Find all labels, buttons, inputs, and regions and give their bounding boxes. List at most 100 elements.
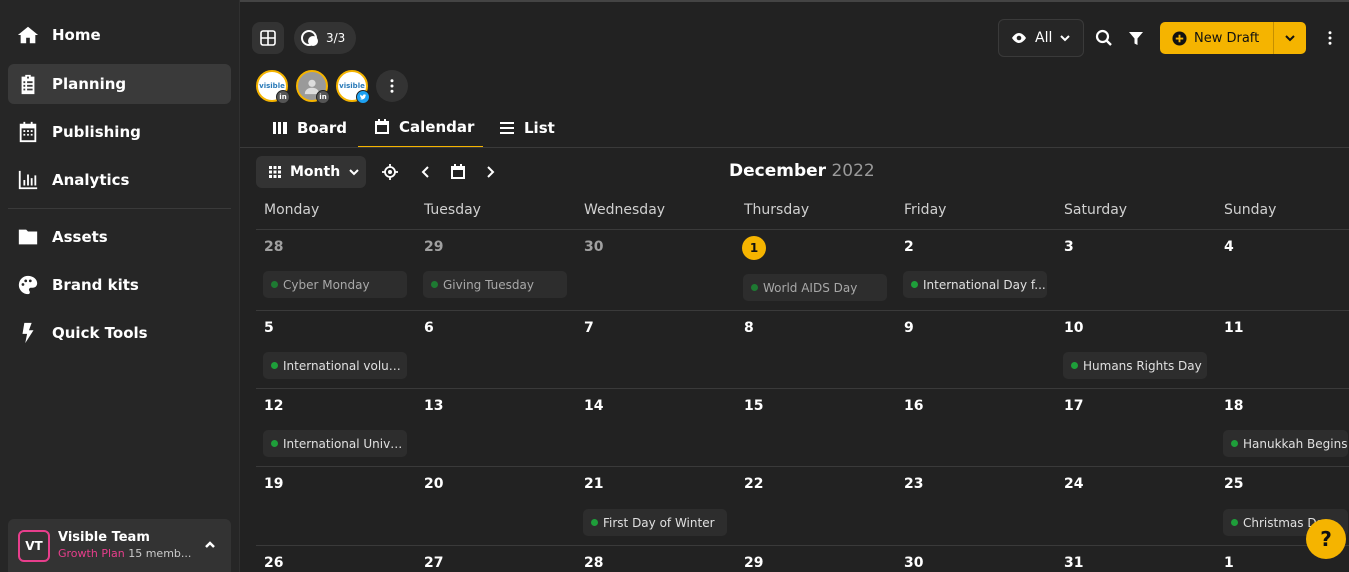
help-button[interactable]: ? [1306,519,1346,559]
day-number[interactable]: 17 [1064,398,1083,414]
day-number[interactable]: 30 [904,555,923,571]
calendar-event[interactable]: Humans Rights Day [1063,352,1207,379]
day-number[interactable]: 29 [744,555,763,571]
filter-button[interactable] [1126,28,1146,48]
day-number[interactable]: 10 [1064,320,1083,336]
today-button[interactable] [380,162,400,182]
visibility-filter-select[interactable]: All [998,19,1084,57]
sidebar-item-brand-kits[interactable]: Brand kits [8,265,231,305]
calendar-event[interactable]: Hanukkah Begins [1223,430,1348,457]
day-number[interactable]: 21 [584,476,603,492]
search-button[interactable] [1094,28,1114,48]
sidebar-item-label: Brand kits [52,276,139,294]
weekday-header: Sunday [1224,202,1277,218]
layout-toggle-button[interactable] [252,22,284,54]
grid-dots-icon [269,166,281,178]
chevron-left-icon [421,166,429,178]
day-number[interactable]: 23 [904,476,923,492]
sidebar-item-assets[interactable]: Assets [8,217,231,257]
twitter-icon [356,90,370,104]
calendar-event[interactable]: World AIDS Day [743,274,887,301]
day-number[interactable]: 18 [1224,398,1243,414]
calendar-event[interactable]: Giving Tuesday [423,271,567,298]
day-number[interactable]: 1 [1224,555,1234,571]
new-draft-main[interactable]: New Draft [1160,22,1274,54]
day-number[interactable]: 29 [424,239,443,255]
day-number[interactable]: 19 [264,476,283,492]
event-status-dot [591,519,598,526]
weekday-header: Friday [904,202,947,218]
sidebar-item-planning[interactable]: Planning [8,64,231,104]
day-number[interactable]: 30 [584,239,603,255]
day-number[interactable]: 14 [584,398,603,414]
team-avatar: VT [18,530,50,562]
day-number[interactable]: 27 [424,555,443,571]
calendar-event[interactable]: International Day f... [903,271,1047,298]
day-number[interactable]: 20 [424,476,443,492]
tab-board[interactable]: Board [272,108,347,148]
week-divider [256,310,1349,311]
tab-label: Board [297,119,347,137]
more-profiles-button[interactable] [376,70,408,102]
sidebar-item-home[interactable]: Home [8,15,231,55]
chevron-down-icon [349,169,359,176]
team-switcher[interactable]: VT Visible Team Growth Plan 15 memb... [8,519,231,572]
folder-icon [16,225,40,249]
profile-avatar[interactable]: visible in [256,70,290,104]
event-status-dot [1071,362,1078,369]
calendar-event[interactable]: International Unive... [263,430,407,457]
profile-avatar[interactable]: visible [336,70,370,104]
profile-avatar[interactable]: in [296,70,330,104]
sidebar-item-label: Quick Tools [52,324,148,342]
day-number[interactable]: 28 [264,239,283,255]
sidebar-item-publishing[interactable]: Publishing [8,112,231,152]
tabs-divider [240,147,1349,148]
event-status-dot [431,281,438,288]
sidebar-item-analytics[interactable]: Analytics [8,160,231,200]
calendar-year: 2022 [831,161,875,181]
day-number[interactable]: 13 [424,398,443,414]
calendar-event[interactable]: First Day of Winter [583,509,727,536]
next-month-button[interactable] [480,162,500,182]
crosshair-icon [382,164,398,180]
day-number[interactable]: 28 [584,555,603,571]
day-number[interactable]: 25 [1224,476,1243,492]
day-number[interactable]: 31 [1064,555,1083,571]
profile-counter[interactable]: 3/3 [294,22,356,54]
new-draft-label: New Draft [1194,30,1260,46]
day-number[interactable]: 6 [424,320,434,336]
day-number[interactable]: 9 [904,320,914,336]
day-number[interactable]: 4 [1224,239,1234,255]
day-number[interactable]: 22 [744,476,763,492]
day-number[interactable]: 3 [1064,239,1074,255]
day-number[interactable]: 8 [744,320,754,336]
day-number[interactable]: 5 [264,320,274,336]
day-number[interactable]: 16 [904,398,923,414]
period-select[interactable]: Month [256,156,366,188]
calendar-event[interactable]: Cyber Monday [263,271,407,298]
calendar-event[interactable]: International volun... [263,352,407,379]
linkedin-icon: in [276,90,290,104]
day-number[interactable]: 24 [1064,476,1083,492]
sidebar-divider [8,208,231,209]
search-icon [1095,29,1112,46]
chevron-down-icon [1285,35,1295,42]
new-draft-button[interactable]: New Draft [1160,22,1306,54]
day-number[interactable]: 2 [904,239,914,255]
day-number[interactable]: 12 [264,398,283,414]
day-number[interactable]: 11 [1224,320,1243,336]
grid-icon [260,30,276,46]
tab-list[interactable]: List [499,108,555,148]
day-number-today[interactable]: 1 [742,236,766,260]
sidebar-item-quick-tools[interactable]: Quick Tools [8,313,231,353]
new-draft-dropdown[interactable] [1274,22,1306,54]
event-status-dot [911,281,918,288]
prev-month-button[interactable] [416,162,436,182]
day-number[interactable]: 26 [264,555,283,571]
date-picker-button[interactable] [448,162,468,182]
team-subtitle: Growth Plan 15 memb... [58,547,191,560]
more-options-button[interactable] [1320,28,1340,48]
day-number[interactable]: 15 [744,398,763,414]
day-number[interactable]: 7 [584,320,594,336]
tab-calendar[interactable]: Calendar [358,108,483,148]
